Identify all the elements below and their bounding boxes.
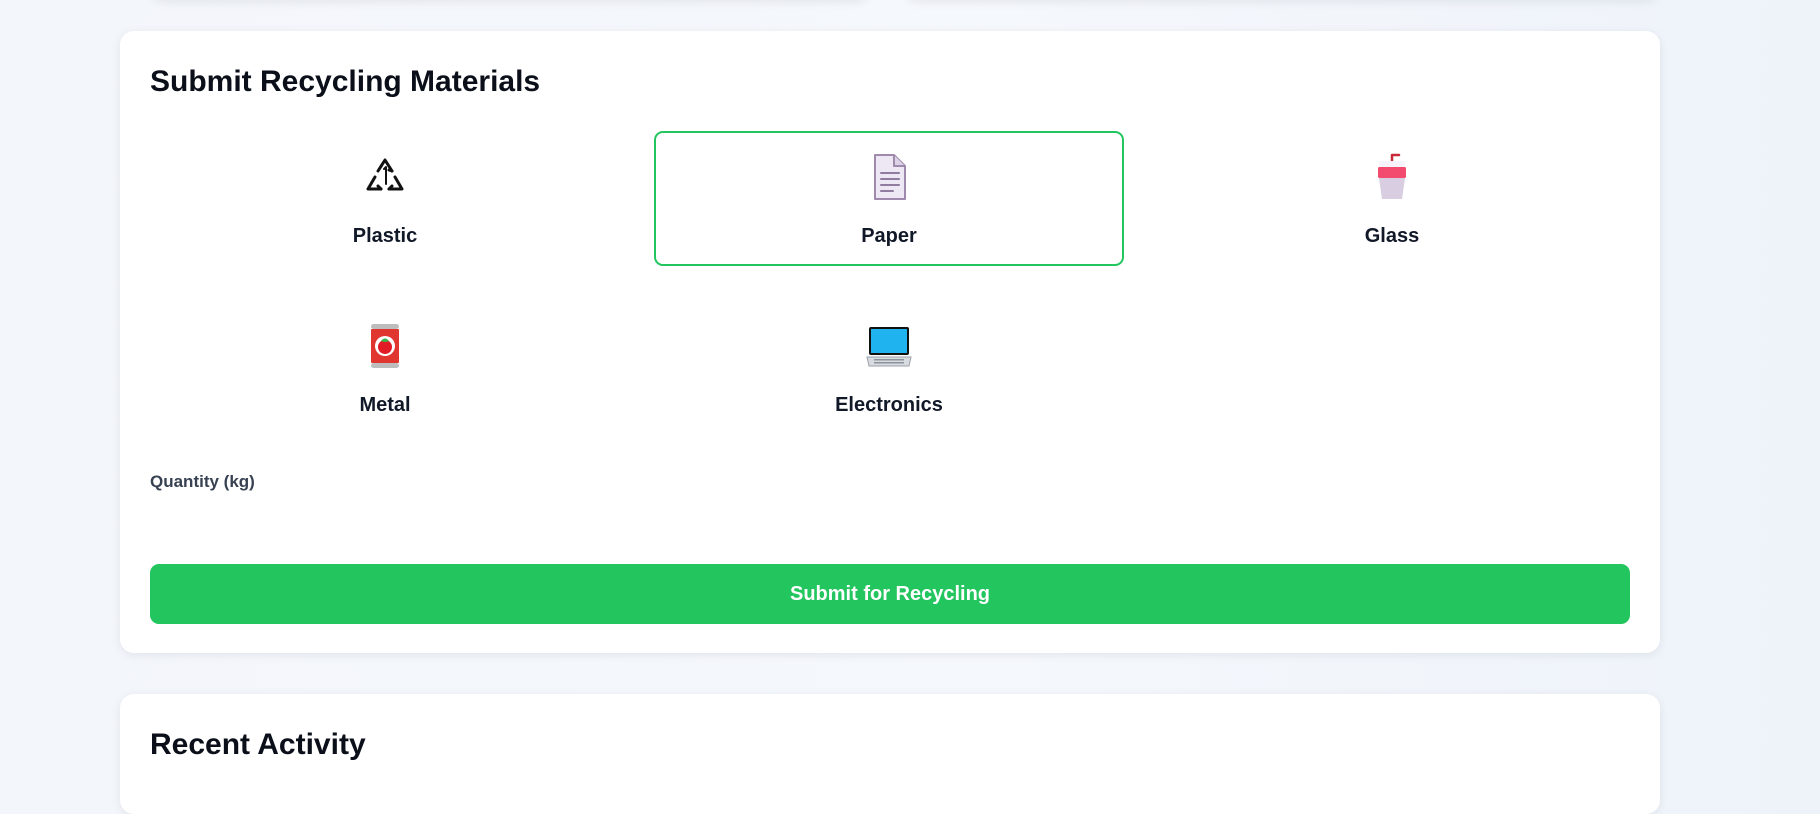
material-option-paper[interactable]: Paper (654, 131, 1124, 266)
material-option-electronics[interactable]: Electronics (654, 300, 1124, 435)
material-label: Electronics (835, 394, 943, 416)
quantity-input[interactable] (150, 501, 1630, 541)
material-label: Metal (359, 394, 411, 416)
laptop-icon (865, 322, 913, 370)
materials-grid: Plastic Paper Glass Metal Electronics (150, 131, 1630, 441)
can-icon (361, 322, 409, 370)
cup-icon (1368, 153, 1416, 201)
submit-for-recycling-button[interactable]: Submit for Recycling (150, 564, 1630, 624)
recycle-icon (361, 153, 409, 201)
quantity-label: Quantity (kg) (150, 472, 255, 491)
material-label: Paper (861, 225, 917, 247)
material-option-metal[interactable]: Metal (150, 300, 620, 435)
material-label: Plastic (352, 225, 418, 247)
document-icon (865, 153, 913, 201)
submit-materials-card: Submit Recycling Materials Plastic Paper… (120, 31, 1660, 653)
section-title: Recent Activity (150, 728, 366, 761)
section-title: Submit Recycling Materials (150, 65, 541, 98)
material-option-glass[interactable]: Glass (1157, 131, 1627, 266)
recent-activity-card: Recent Activity (120, 694, 1660, 814)
material-label: Glass (1364, 225, 1420, 247)
material-option-plastic[interactable]: Plastic (150, 131, 620, 266)
